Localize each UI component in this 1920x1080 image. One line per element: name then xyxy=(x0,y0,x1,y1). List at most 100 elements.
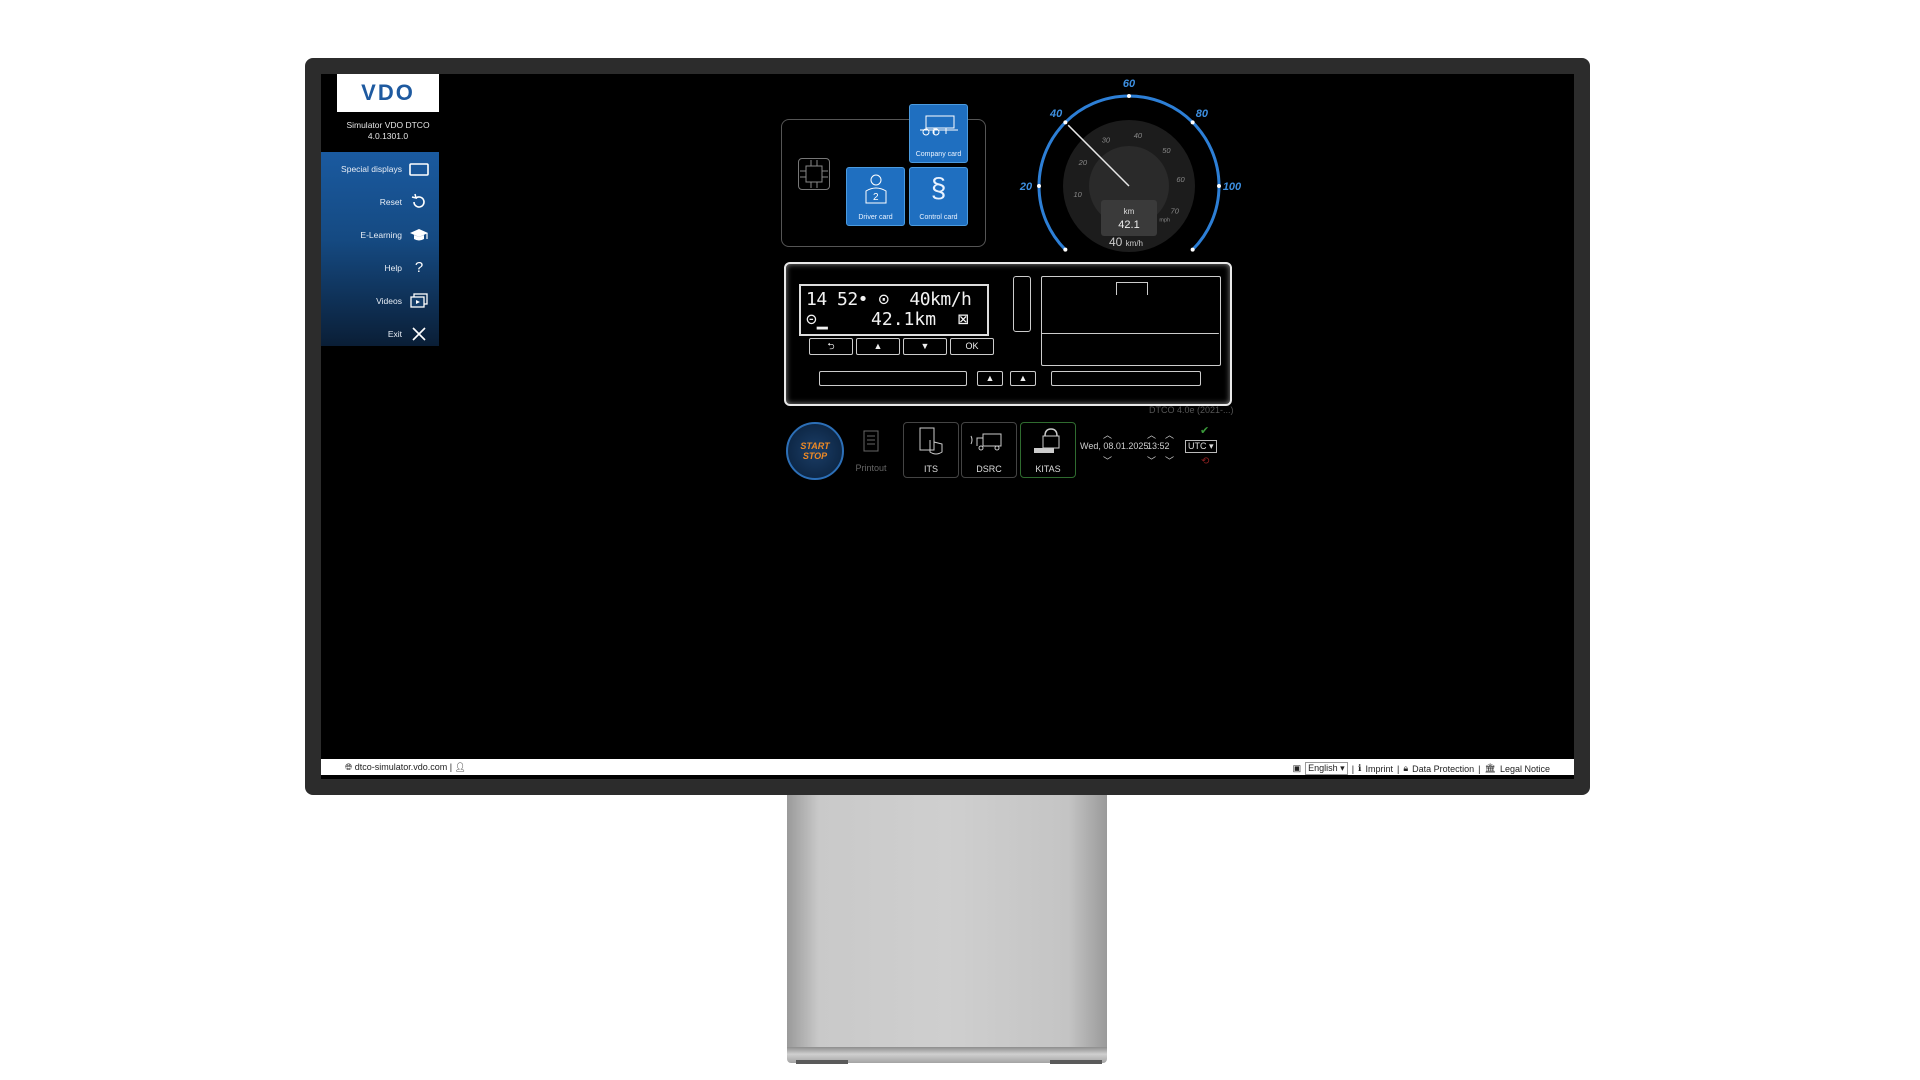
app-title-block: Simulator VDO DTCO 4.0.1301.0 xyxy=(321,120,455,142)
card-slot-1[interactable] xyxy=(1013,276,1031,332)
close-icon xyxy=(408,325,430,343)
menu-special-displays[interactable]: Special displays xyxy=(321,152,439,185)
user-icon[interactable]: 👤︎ xyxy=(455,762,466,772)
kmh-tick-dot xyxy=(1063,247,1068,252)
speed-readout: 40 km/h xyxy=(1086,235,1166,249)
date-down-chevron-icon[interactable]: ﹀ xyxy=(1103,454,1112,467)
mph-tick-label: 50 xyxy=(1162,146,1171,155)
company-card-button[interactable]: Company card xyxy=(909,104,968,163)
kmh-tick-dot xyxy=(1063,120,1068,125)
menu-label: Exit xyxy=(387,328,402,339)
dsrc-button[interactable]: DSRC xyxy=(961,422,1017,478)
paragraph-icon: § xyxy=(930,172,947,203)
menu-label: E-Learning xyxy=(360,229,402,240)
date-up-chevron-icon[interactable]: ︿ xyxy=(1103,428,1112,441)
graduation-cap-icon xyxy=(408,226,430,244)
mph-unit-label: mph xyxy=(1159,218,1170,224)
lcd-display: 14 52• ⊙ 40km/h ⊝▁ 42.1km ⊠ xyxy=(799,284,989,336)
legal-notice-link[interactable]: Legal Notice xyxy=(1500,764,1550,774)
printout-button[interactable]: Printout xyxy=(844,422,898,476)
card-label: Control card xyxy=(919,214,958,221)
stand-foot-left xyxy=(796,1060,848,1064)
menu-help[interactable]: Help ? xyxy=(321,251,439,284)
driver-2-button[interactable]: ▲ xyxy=(1010,371,1036,386)
menu-reset[interactable]: Reset xyxy=(321,185,439,218)
hour-down-chevron-icon[interactable]: ﹀ xyxy=(1147,454,1156,467)
data-protection-link[interactable]: Data Protection xyxy=(1412,764,1474,774)
kmh-tick-dot xyxy=(1190,120,1195,125)
timezone-value: UTC xyxy=(1188,441,1207,451)
info-icon: ℹ xyxy=(1358,763,1362,773)
truck-signal-icon xyxy=(970,433,1002,451)
driver-card-button[interactable]: 2 Driver card xyxy=(846,167,905,226)
kmh-tick-dot xyxy=(1190,247,1195,252)
kmh-tick-label: 20 xyxy=(1019,181,1033,193)
kmh-tick-label: 100 xyxy=(1223,181,1242,193)
menu-label: Special displays xyxy=(341,163,402,174)
reset-icon xyxy=(408,193,430,211)
lock-icon: 🔒︎ xyxy=(1403,763,1409,773)
kmh-tick-label: 40 xyxy=(1049,108,1063,120)
control-label: Printout xyxy=(855,463,887,473)
card-label: Company card xyxy=(915,151,962,158)
control-label: KITAS xyxy=(1035,464,1061,474)
up-button[interactable]: ▲ xyxy=(856,338,900,355)
touch-hand-icon xyxy=(919,427,943,455)
menu-label: Reset xyxy=(379,196,402,207)
globe-icon: 🌐︎ xyxy=(345,762,353,772)
card-slot-driver-1[interactable] xyxy=(819,371,967,386)
card-slot-driver-2[interactable] xyxy=(1051,371,1201,386)
driver-card-icon: 2 xyxy=(865,174,886,204)
footer-bar: 🌐︎ dtco-simulator.vdo.com | 👤︎ ▣ English… xyxy=(321,759,1574,775)
monitor-screen: VDO Simulator VDO DTCO 4.0.1301.0 Specia… xyxy=(321,74,1574,779)
site-link[interactable]: dtco-simulator.vdo.com xyxy=(355,762,448,772)
device-version: DTCO 4.0e (2021-...) xyxy=(1149,405,1234,415)
printout-icon xyxy=(863,430,879,452)
date-display: Wed, 08.01.2025 xyxy=(1080,441,1149,451)
control-card-button[interactable]: § Control card xyxy=(909,167,968,226)
menu-videos[interactable]: Videos xyxy=(321,284,439,317)
card-eject-icon: ▲ xyxy=(1018,373,1028,383)
mph-tick-label: 10 xyxy=(1073,190,1082,199)
menu-exit[interactable]: Exit xyxy=(321,317,439,350)
kmh-tick-dot xyxy=(1037,184,1041,188)
minute-up-chevron-icon[interactable]: ︿ xyxy=(1165,428,1174,441)
mph-tick-label: 20 xyxy=(1078,158,1088,167)
mph-tick-label: 70 xyxy=(1171,207,1180,216)
mph-tick-label: 60 xyxy=(1176,175,1185,184)
card-chip-icon xyxy=(798,158,830,190)
speed-unit: km/h xyxy=(1125,239,1144,248)
kmh-tick-dot xyxy=(1217,184,1221,188)
institution-icon: 🏛︎ xyxy=(1484,763,1496,773)
control-label: ITS xyxy=(923,464,938,474)
imprint-link[interactable]: Imprint xyxy=(1365,764,1393,774)
confirm-check-icon[interactable]: ✔ xyxy=(1200,424,1209,437)
language-select[interactable]: English ▾ xyxy=(1305,762,1348,775)
sidebar-menu: Special displays Reset E-Learning Help ?… xyxy=(321,152,439,346)
footer-left: 🌐︎ dtco-simulator.vdo.com | 👤︎ xyxy=(345,762,467,772)
menu-e-learning[interactable]: E-Learning xyxy=(321,218,439,251)
language-value: English xyxy=(1308,763,1338,773)
its-button[interactable]: ITS xyxy=(903,422,959,478)
monitor-icon xyxy=(408,160,430,178)
start-stop-button[interactable]: START STOP xyxy=(786,422,844,480)
app-title: Simulator VDO DTCO xyxy=(346,120,430,130)
company-card-icon xyxy=(919,115,958,136)
hour-up-chevron-icon[interactable]: ︿ xyxy=(1147,428,1156,441)
stop-label: STOP xyxy=(802,451,828,461)
time-display: 13:52 xyxy=(1147,441,1170,451)
back-button[interactable]: ⮌ xyxy=(809,338,853,355)
minute-down-chevron-icon[interactable]: ﹀ xyxy=(1165,454,1174,467)
speed-value: 40 xyxy=(1108,235,1123,249)
driver-number: 2 xyxy=(873,192,879,203)
ok-button[interactable]: OK xyxy=(950,338,994,355)
footer-right: ▣ English ▾ | ℹ Imprint | 🔒︎ Data Protec… xyxy=(1292,762,1550,775)
mph-tick-label: 40 xyxy=(1134,131,1143,140)
driver-1-button[interactable]: ▲ xyxy=(977,371,1003,386)
undo-icon[interactable]: ⟲ xyxy=(1201,456,1209,467)
card-eject-icon: ▲ xyxy=(985,373,995,383)
kitas-button[interactable]: KITAS xyxy=(1020,422,1076,478)
down-button[interactable]: ▼ xyxy=(903,338,947,355)
timezone-select[interactable]: UTC ▾ xyxy=(1185,440,1217,453)
question-icon: ? xyxy=(414,259,424,276)
